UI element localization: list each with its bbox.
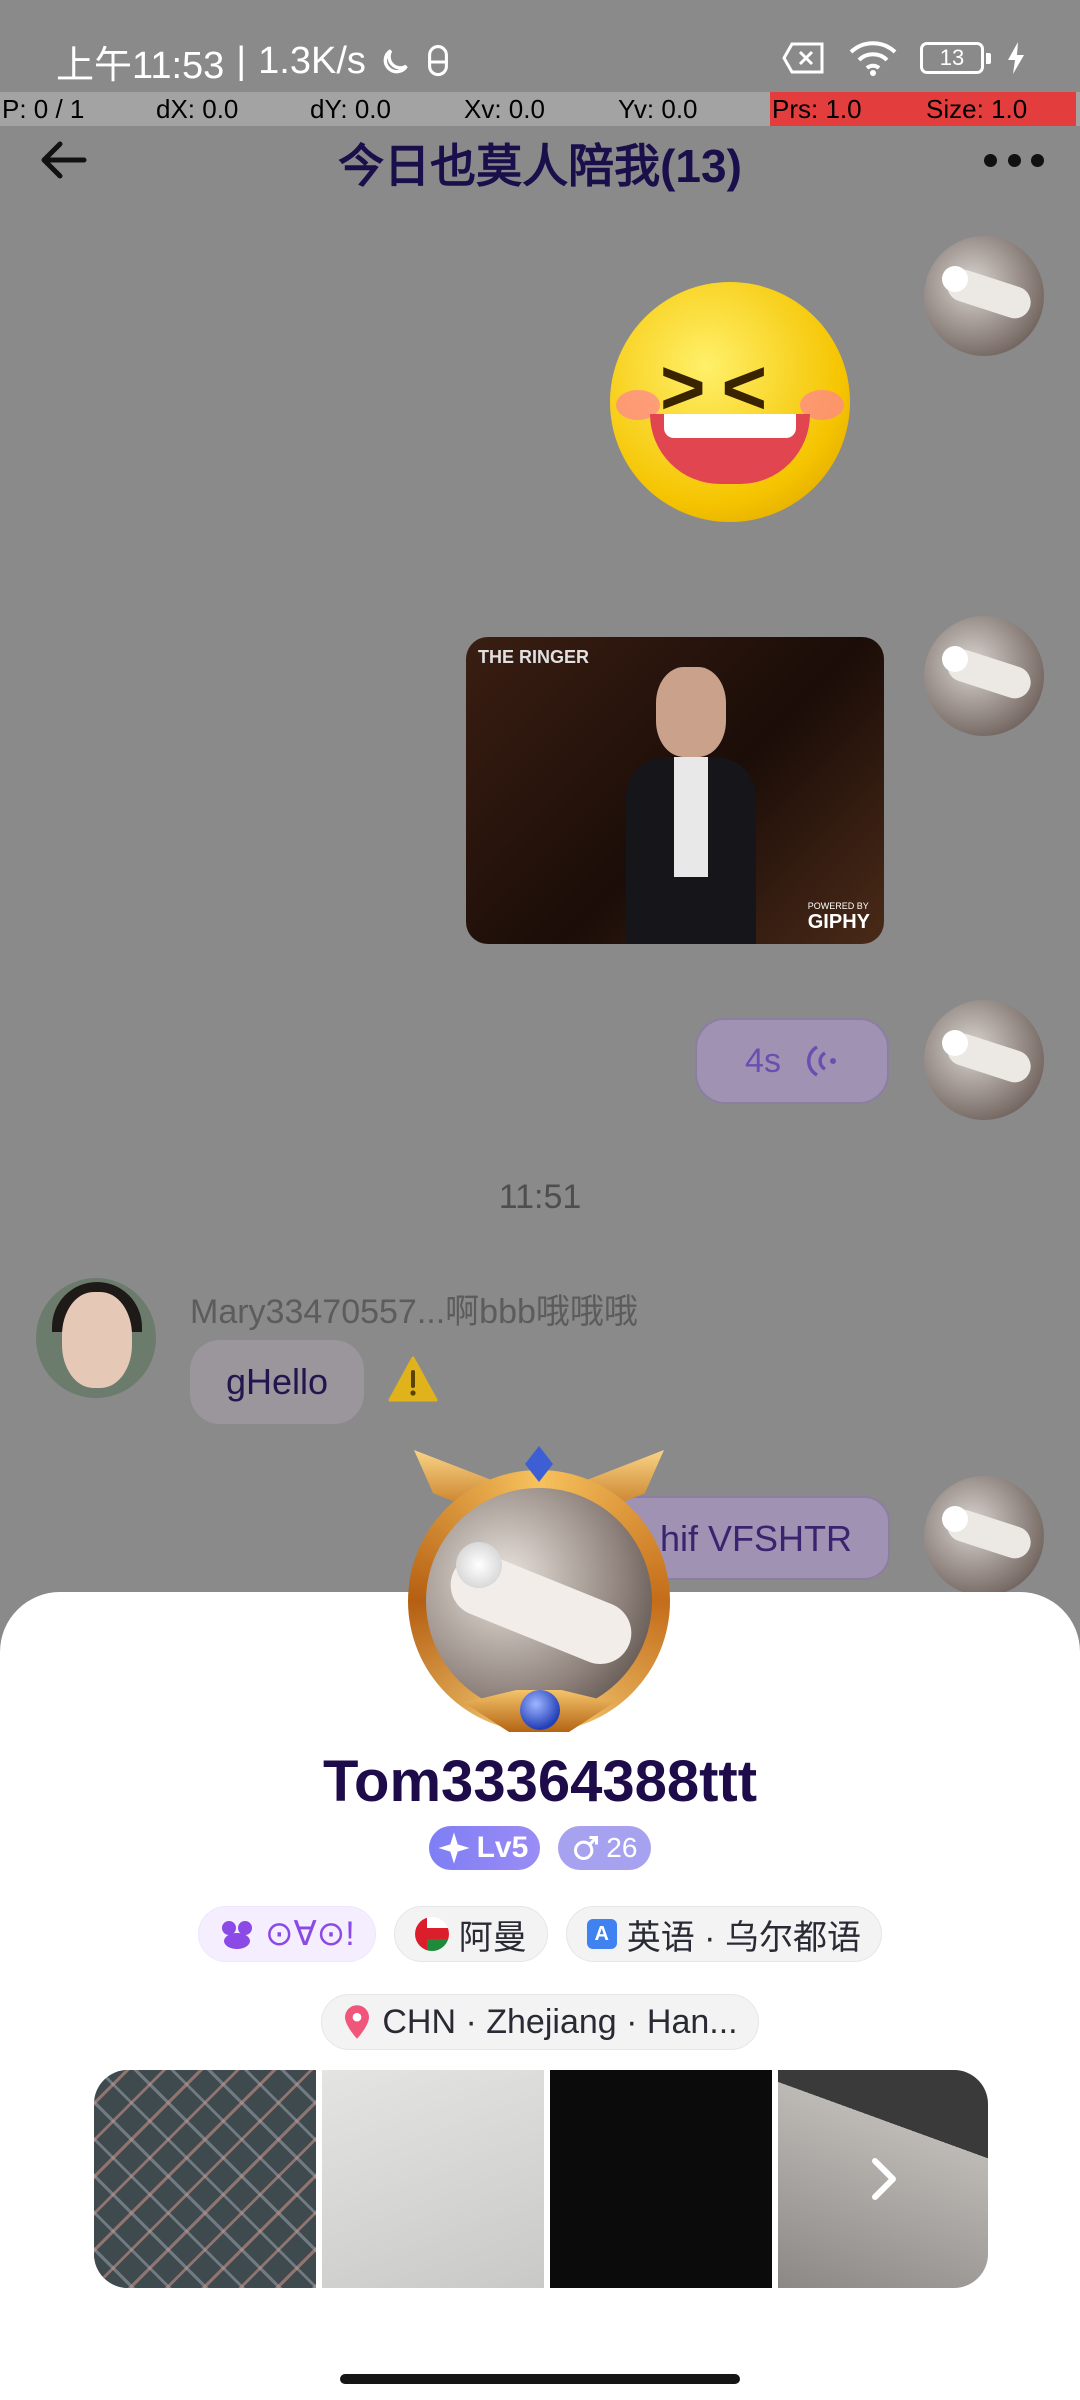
location-row: CHN · Zhejiang · Han... bbox=[0, 1994, 1080, 2050]
status-left: 上午11:53 | 1.3K/s bbox=[56, 34, 452, 89]
profile-username: Tom33364388ttt bbox=[322, 1749, 758, 1814]
pointer-debug-bar: P: 0 / 1 dX: 0.0 dY: 0.0 Xv: 0.0 Yv: 0.0… bbox=[0, 92, 1080, 126]
profile-photo[interactable] bbox=[322, 2070, 544, 2288]
country-tag[interactable]: 阿曼 bbox=[393, 1906, 548, 1962]
warning-icon[interactable] bbox=[388, 1356, 438, 1402]
voice-duration: 4s bbox=[745, 1041, 781, 1080]
battery-icon: 13 bbox=[920, 42, 991, 74]
profile-avatar[interactable] bbox=[426, 1488, 652, 1714]
mood-icon bbox=[222, 1921, 253, 1949]
age-label: 26 bbox=[606, 1832, 638, 1863]
avatar[interactable] bbox=[924, 616, 1044, 736]
battery-tip bbox=[986, 53, 991, 64]
emoji-mouth bbox=[650, 414, 810, 484]
profile-photo[interactable] bbox=[550, 2070, 772, 2288]
sparkle-icon bbox=[437, 1832, 470, 1864]
status-separator: | bbox=[236, 40, 247, 82]
gif-person bbox=[626, 667, 756, 944]
debug-dy: dY: 0.0 bbox=[310, 94, 391, 124]
debug-pressure: Prs: 1.0 bbox=[770, 92, 924, 126]
debug-pointer: P: 0 / 1 bbox=[2, 94, 85, 124]
status-time: 上午11:53 bbox=[56, 45, 225, 87]
time-divider: 11:51 bbox=[498, 1178, 582, 1216]
photo-strip[interactable] bbox=[94, 2070, 988, 2288]
level-badge[interactable]: Lv5 bbox=[428, 1826, 541, 1870]
laughing-emoji-sticker[interactable]: >< bbox=[610, 282, 850, 522]
level-label: Lv5 bbox=[476, 1831, 529, 1864]
battery-level: 13 bbox=[939, 45, 965, 70]
silent-icon bbox=[427, 44, 448, 76]
profile-photo[interactable] bbox=[778, 2070, 988, 2288]
frame-gem bbox=[520, 1690, 560, 1730]
chevron-right-icon[interactable] bbox=[853, 2149, 913, 2209]
badge-row: Lv5 26 bbox=[0, 1826, 1080, 1870]
gif-message[interactable]: THE RINGER POWERED BY GIPHY bbox=[466, 637, 884, 944]
debug-size: Size: 1.0 bbox=[924, 92, 1076, 126]
status-right: 13 bbox=[782, 40, 1026, 76]
no-sim-icon bbox=[782, 42, 824, 74]
chat-title: 今日也莫人陪我(13) bbox=[338, 140, 742, 192]
moon-icon bbox=[383, 48, 408, 73]
giphy-attribution: POWERED BY GIPHY bbox=[807, 901, 870, 933]
status-bar: 上午11:53 | 1.3K/s 13 bbox=[0, 0, 1080, 92]
location-tag[interactable]: CHN · Zhejiang · Han... bbox=[321, 1994, 759, 2050]
debug-xv: Xv: 0.0 bbox=[464, 94, 545, 124]
location-pin-icon bbox=[345, 2005, 370, 2039]
mood-tag[interactable]: ⊙∀⊙! bbox=[198, 1906, 376, 1962]
gif-source-logo: THE RINGER bbox=[478, 647, 590, 667]
male-icon bbox=[574, 1835, 599, 1861]
wifi-icon bbox=[849, 41, 897, 76]
location-label: CHN · Zhejiang · Han... bbox=[382, 2002, 738, 2041]
country-label: 阿曼 bbox=[458, 1918, 527, 1957]
chat-header: 今日也莫人陪我(13) bbox=[0, 126, 1080, 192]
avatar[interactable] bbox=[924, 1000, 1044, 1120]
language-tag[interactable]: A 英语 · 乌尔都语 bbox=[565, 1906, 882, 1962]
network-speed: 1.3K/s bbox=[258, 40, 366, 82]
language-icon: A bbox=[586, 1919, 617, 1949]
profile-avatar-frame[interactable] bbox=[404, 1446, 674, 1736]
avatar[interactable] bbox=[924, 236, 1044, 356]
oman-flag-icon bbox=[414, 1917, 449, 1951]
avatar[interactable] bbox=[36, 1278, 156, 1398]
voice-wave-icon bbox=[807, 1045, 836, 1077]
debug-yv: Yv: 0.0 bbox=[618, 94, 698, 124]
profile-photo[interactable] bbox=[94, 2070, 316, 2288]
debug-dx: dX: 0.0 bbox=[156, 94, 239, 124]
charging-icon bbox=[1008, 42, 1024, 74]
message-bubble[interactable]: gHello bbox=[190, 1340, 365, 1424]
language-label: 英语 · 乌尔都语 bbox=[626, 1918, 861, 1957]
gender-age-badge: 26 bbox=[558, 1826, 652, 1870]
sender-name: Mary33470557...啊bbb哦哦哦 bbox=[190, 1293, 638, 1331]
tag-row: ⊙∀⊙! 阿曼 A 英语 · 乌尔都语 bbox=[0, 1906, 1080, 1962]
avatar[interactable] bbox=[924, 1476, 1044, 1596]
home-indicator[interactable] bbox=[340, 2374, 740, 2384]
more-options-icon[interactable] bbox=[984, 140, 1044, 180]
voice-message[interactable]: 4s bbox=[695, 1018, 889, 1104]
mood-label: ⊙∀⊙! bbox=[265, 1915, 355, 1953]
